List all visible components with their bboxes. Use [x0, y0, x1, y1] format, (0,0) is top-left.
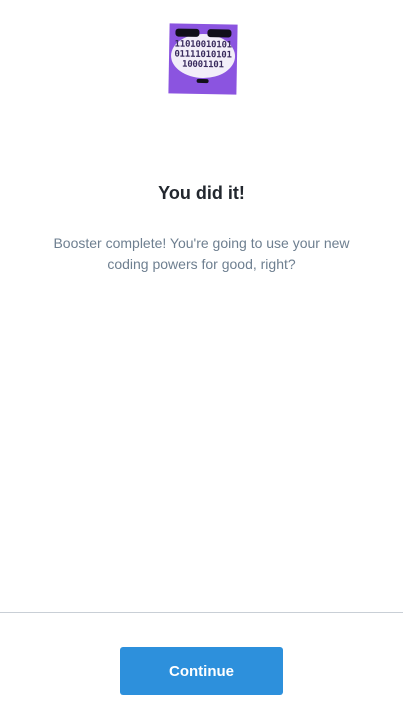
- footer-divider: [0, 612, 403, 613]
- continue-button[interactable]: Continue: [120, 647, 283, 695]
- completion-title: You did it!: [158, 183, 245, 203]
- completion-panel: 11010010101 01111010101 10001101 You did…: [0, 0, 403, 612]
- binary-robot-badge-icon: 11010010101 01111010101 10001101: [168, 23, 238, 95]
- badge-code-line: 10001101: [181, 59, 224, 71]
- badge-left-eye: [175, 28, 200, 37]
- badge-code-line: 01111010101: [174, 49, 232, 61]
- badge-right-eye: [207, 29, 232, 38]
- badge-binary-code: 11010010101 01111010101 10001101: [169, 39, 238, 71]
- completion-message: Booster complete! You're going to use yo…: [53, 235, 350, 272]
- badge-mouth: [196, 78, 209, 84]
